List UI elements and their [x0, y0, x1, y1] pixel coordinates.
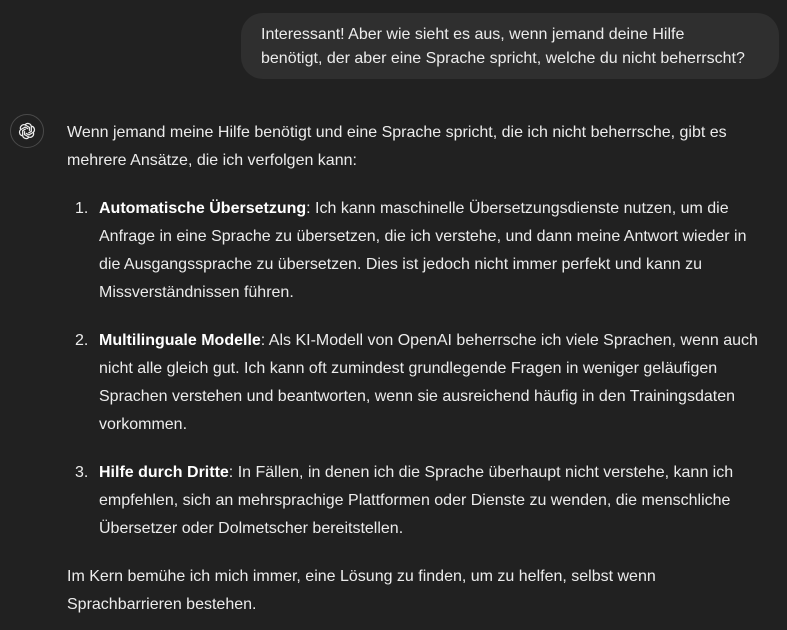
list-item-text: die Ausgangssprache zu übersetzen. Dies …: [99, 256, 702, 273]
list-item-text: Missverständnissen führen.: [99, 284, 294, 301]
user-message-bubble: Interessant! Aber wie sieht es aus, wenn…: [241, 13, 779, 79]
list-item-text: Übersetzer oder Dolmetscher bereitstelle…: [99, 520, 404, 537]
list-item-text: Sprachen verstehen und beantworten, wenn…: [99, 388, 735, 405]
assistant-intro-paragraph: Wenn jemand meine Hilfe benötigt und ein…: [67, 119, 773, 175]
paragraph-line: Sprachbarrieren bestehen.: [67, 596, 257, 613]
assistant-outro-paragraph: Im Kern bemühe ich mich immer, eine Lösu…: [67, 563, 773, 619]
list-item-text: : Als KI-Modell von OpenAI beherrsche ic…: [260, 332, 758, 349]
list-number: 3.: [75, 464, 89, 481]
user-message-line: benötigt, der aber eine Sprache spricht,…: [261, 50, 745, 67]
list-item-text: empfehlen, sich an mehrsprachige Plattfo…: [99, 492, 731, 509]
list-number: 2.: [75, 332, 89, 349]
list-number: 1.: [75, 200, 89, 217]
openai-logo-icon: [18, 122, 36, 140]
list-item-title: Hilfe durch Dritte: [99, 464, 229, 481]
paragraph-line: Im Kern bemühe ich mich immer, eine Lösu…: [67, 568, 656, 585]
list-item-title: Multilinguale Modelle: [99, 332, 261, 349]
list-item-text: Anfrage in eine Sprache zu übersetzen, d…: [99, 228, 747, 245]
paragraph-line: Wenn jemand meine Hilfe benötigt und ein…: [67, 124, 727, 141]
list-item-text: : In Fällen, in denen ich die Sprache üb…: [228, 464, 734, 481]
assistant-avatar: [10, 114, 44, 148]
list-item-text: : Ich kann maschinelle Übersetzungsdiens…: [306, 200, 729, 217]
paragraph-line: mehrere Ansätze, die ich verfolgen kann:: [67, 152, 357, 169]
user-message-line: Interessant! Aber wie sieht es aus, wenn…: [261, 26, 685, 43]
list-item-text: vorkommen.: [99, 416, 188, 433]
list-item-title: Automatische Übersetzung: [99, 200, 307, 217]
list-item-text: nicht alle gleich gut. Ich kann oft zumi…: [99, 360, 718, 377]
